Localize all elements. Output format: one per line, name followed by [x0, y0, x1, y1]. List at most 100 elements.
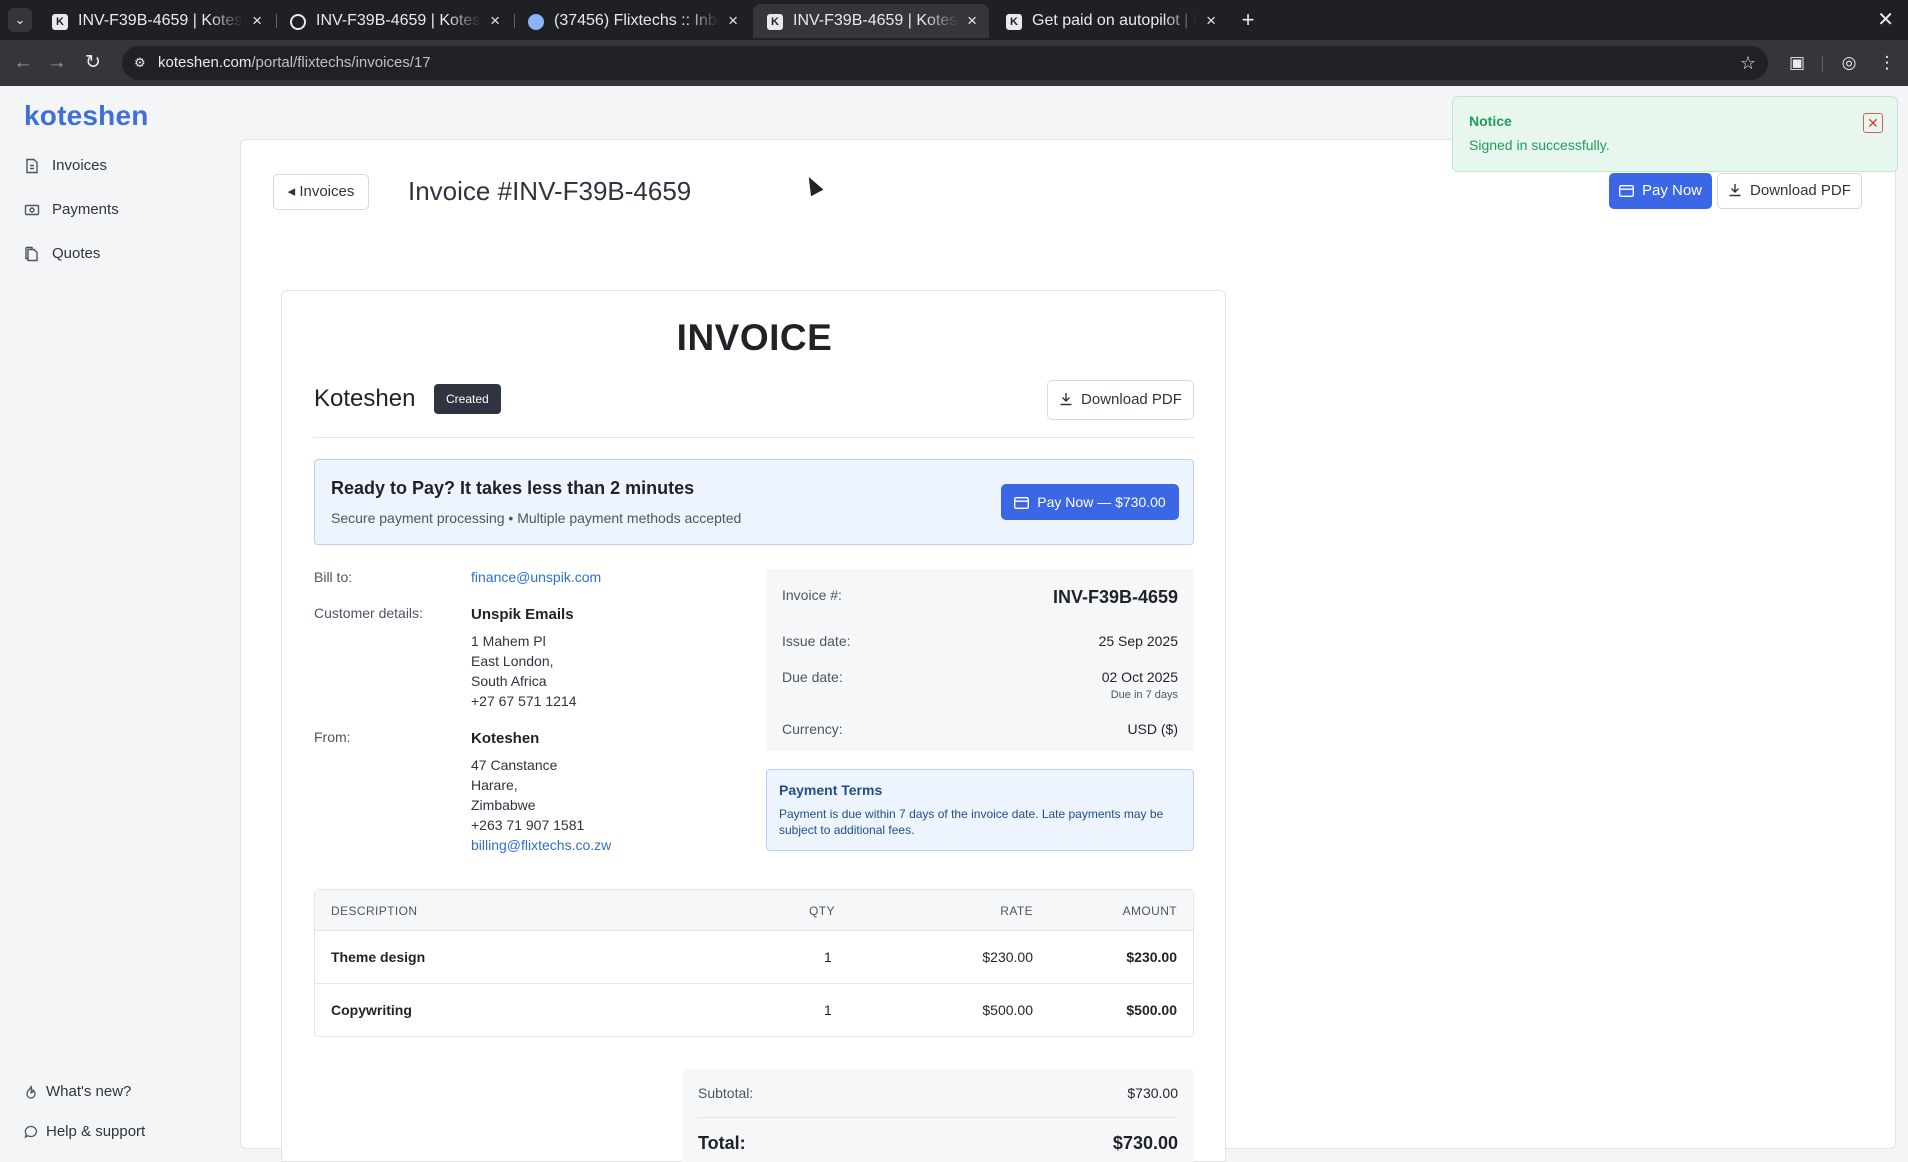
- customer-phone: +27 67 571 1214: [471, 693, 577, 709]
- browser-menu-kebab-icon[interactable]: ⋮: [1874, 50, 1900, 76]
- page-title: Invoice #INV-F39B-4659: [408, 176, 692, 206]
- from-label: From:: [314, 729, 351, 745]
- company-name: Koteshen: [314, 385, 416, 412]
- item-qty: 1: [824, 1002, 832, 1018]
- close-icon[interactable]: ✕: [1863, 113, 1883, 133]
- bill-to-email-link[interactable]: finance@unspik.com: [471, 567, 601, 587]
- tab-search-chevron-icon[interactable]: ⌄: [8, 8, 32, 32]
- extensions-puzzle-icon[interactable]: ▣: [1784, 50, 1810, 76]
- address-bar[interactable]: ⚙ koteshen.com/portal/flixtechs/invoices…: [122, 46, 1768, 80]
- currency-label: Currency:: [782, 721, 843, 737]
- forward-arrow-icon[interactable]: →: [44, 50, 70, 76]
- issue-date: 25 Sep 2025: [1098, 633, 1178, 649]
- sidebar-item-quotes[interactable]: Quotes: [24, 242, 100, 266]
- payments-icon: [24, 204, 40, 216]
- totals-box: Subtotal: $730.00 Total: $730.00: [682, 1069, 1194, 1162]
- close-icon[interactable]: ×: [252, 4, 262, 38]
- column-header-rate: RATE: [1000, 904, 1033, 918]
- item-amount: $500.00: [1126, 1002, 1177, 1018]
- koteshen-k-icon: K: [52, 14, 68, 30]
- close-icon[interactable]: ×: [490, 4, 500, 38]
- payment-terms-box: Payment Terms Payment is due within 7 da…: [766, 769, 1194, 851]
- sidebar-help-support[interactable]: Help & support: [24, 1121, 145, 1143]
- bookmark-star-icon[interactable]: ☆: [1740, 46, 1756, 80]
- invoice-number-label: Invoice #:: [782, 587, 842, 603]
- close-icon[interactable]: ×: [1206, 4, 1216, 38]
- download-icon: [1060, 393, 1072, 406]
- invoice-heading: INVOICE: [676, 317, 833, 358]
- back-to-invoices-button[interactable]: ◂ Invoices: [273, 174, 369, 210]
- chat-bubble-icon: [24, 1125, 38, 1139]
- card-download-pdf-button[interactable]: Download PDF: [1047, 380, 1194, 420]
- sidebar-item-invoices[interactable]: Invoices: [24, 154, 107, 178]
- url-path: /portal/flixtechs/invoices/17: [251, 54, 431, 71]
- browser-tab-2[interactable]: INV-F39B-4659 | Koteshen ×: [276, 4, 512, 38]
- from-email-link[interactable]: billing@flixtechs.co.zw: [471, 835, 611, 855]
- payment-terms-text: Payment is due within 7 days of the invo…: [779, 807, 1164, 837]
- toast-message: Signed in successfully.: [1469, 137, 1610, 153]
- koteshen-k-icon: K: [767, 14, 783, 30]
- globe-icon: [290, 14, 306, 30]
- divider: [314, 437, 1194, 438]
- browser-toolbar: ← → ↻ ⚙ koteshen.com/portal/flixtechs/in…: [0, 40, 1908, 86]
- from-name: Koteshen: [471, 730, 540, 747]
- reload-icon[interactable]: ↻: [80, 50, 106, 76]
- divider: [698, 1117, 1178, 1118]
- tab-title: INV-F39B-4659 | Koteshen: [793, 12, 958, 29]
- sidebar-bottom-label: What's new?: [46, 1083, 132, 1100]
- due-date-note: Due in 7 days: [1110, 689, 1178, 701]
- invoice-icon: [26, 158, 38, 174]
- total-value: $730.00: [1112, 1133, 1178, 1153]
- brand-logo[interactable]: koteshen: [24, 100, 149, 132]
- status-badge: Created: [434, 384, 501, 414]
- currency: USD ($): [1127, 721, 1178, 737]
- browser-tab-1[interactable]: K INV-F39B-4659 | Koteshen ×: [38, 4, 274, 38]
- close-icon[interactable]: ×: [728, 4, 738, 38]
- sidebar: koteshen Invoices Payments Quotes What's…: [0, 86, 240, 1162]
- credit-card-icon: [1014, 497, 1030, 509]
- back-button-label: Invoices: [299, 183, 355, 200]
- caret-left-icon: ◂: [287, 183, 296, 200]
- subtotal-value: $730.00: [1127, 1085, 1178, 1101]
- notice-toast: Notice Signed in successfully. ✕: [1452, 96, 1898, 172]
- tab-title: INV-F39B-4659 | Koteshen: [78, 12, 243, 29]
- sidebar-whats-new[interactable]: What's new?: [24, 1081, 131, 1103]
- item-qty: 1: [824, 949, 832, 965]
- browser-tab-4-active[interactable]: K INV-F39B-4659 | Koteshen ×: [753, 4, 989, 38]
- close-icon[interactable]: ×: [967, 4, 977, 38]
- item-rate: $500.00: [982, 1002, 1033, 1018]
- customer-address-line: East London,: [471, 653, 554, 669]
- sidebar-item-label: Invoices: [52, 157, 108, 174]
- customer-address-line: 1 Mahem Pl: [471, 633, 546, 649]
- tab-title: (37456) Flixtechs :: Inbox: [554, 12, 719, 29]
- sidebar-item-payments[interactable]: Payments: [24, 198, 119, 222]
- pay-now-amount-label: Pay Now — $730.00: [1037, 494, 1166, 510]
- pay-banner-title: Ready to Pay? It takes less than 2 minut…: [331, 478, 695, 498]
- subtotal-label: Subtotal:: [698, 1085, 754, 1101]
- sidebar-bottom-label: Help & support: [46, 1123, 146, 1140]
- pay-now-label: Pay Now: [1641, 182, 1703, 199]
- column-header-qty: QTY: [809, 904, 835, 918]
- back-arrow-icon[interactable]: ←: [10, 50, 36, 76]
- window-close-icon[interactable]: ✕: [1877, 6, 1894, 34]
- sidebar-item-label: Quotes: [52, 245, 101, 262]
- address-url[interactable]: koteshen.com/portal/flixtechs/invoices/1…: [158, 46, 431, 80]
- toolbar-divider: [1822, 56, 1823, 72]
- download-pdf-label: Download PDF: [1081, 391, 1182, 408]
- due-date-label: Due date:: [782, 669, 843, 685]
- pay-now-button[interactable]: Pay Now: [1609, 173, 1712, 209]
- customer-address-line: South Africa: [471, 673, 547, 689]
- from-phone: +263 71 907 1581: [471, 817, 585, 833]
- tab-title: Get paid on autopilot | Koteshen: [1032, 12, 1197, 29]
- customer-details-label: Customer details:: [314, 605, 423, 621]
- column-header-description: DESCRIPTION: [331, 904, 418, 918]
- browser-tab-strip: ⌄ K INV-F39B-4659 | Koteshen × INV-F39B-…: [0, 0, 1908, 40]
- browser-tab-5[interactable]: K Get paid on autopilot | Koteshen ×: [992, 4, 1228, 38]
- download-pdf-button[interactable]: Download PDF: [1717, 173, 1862, 209]
- profile-avatar-icon[interactable]: ◎: [1836, 50, 1862, 76]
- new-tab-plus-icon[interactable]: +: [1234, 6, 1262, 34]
- site-info-icon[interactable]: ⚙: [134, 55, 150, 71]
- table-row: Copywriting 1 $500.00 $500.00: [315, 983, 1193, 1036]
- pay-now-amount-button[interactable]: Pay Now — $730.00: [1001, 484, 1179, 520]
- browser-tab-3[interactable]: (37456) Flixtechs :: Inbox ×: [514, 4, 750, 38]
